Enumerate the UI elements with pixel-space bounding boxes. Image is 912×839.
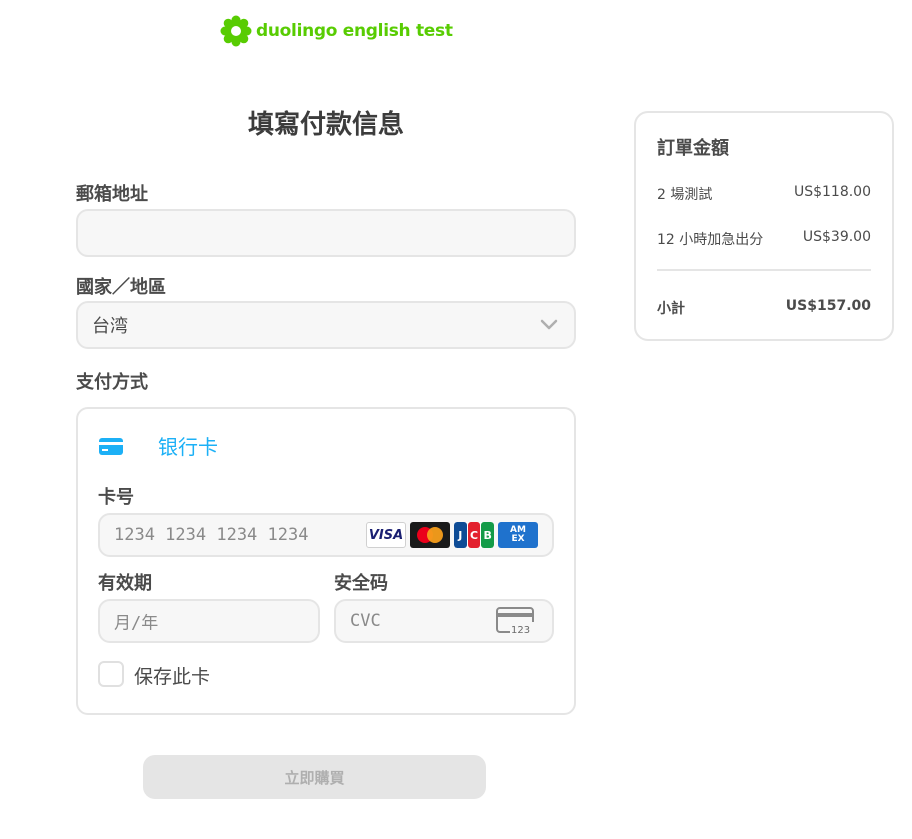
email-label: 郵箱地址 xyxy=(76,184,148,205)
country-label: 國家／地區 xyxy=(76,277,166,298)
card-number-placeholder: 1234 1234 1234 1234 xyxy=(114,525,309,545)
summary-item-label: 2 場測試 xyxy=(657,187,713,203)
summary-title: 訂單金額 xyxy=(657,138,729,159)
expiry-input[interactable]: 月/年 xyxy=(98,599,320,643)
card-number-label: 卡号 xyxy=(98,487,134,508)
summary-item: 12 小時加急出分 US$39.00 xyxy=(657,229,871,249)
jcb-icon: JCB xyxy=(454,522,494,548)
duolingo-logo: duolingo english test xyxy=(220,14,453,48)
cvc-card-icon: 123 xyxy=(496,607,536,635)
summary-divider xyxy=(657,269,871,271)
subtotal-amount: US$157.00 xyxy=(785,298,871,314)
credit-card-icon xyxy=(99,437,123,455)
email-input[interactable] xyxy=(76,209,576,257)
summary-item: 2 場測試 US$118.00 xyxy=(657,184,871,204)
summary-item-amount: US$39.00 xyxy=(802,229,871,245)
card-number-input[interactable]: 1234 1234 1234 1234 VISA JCB AM EX xyxy=(98,513,554,557)
cvc-icon-text: 123 xyxy=(511,625,530,635)
subtotal-label: 小計 xyxy=(657,301,685,317)
bank-card-option[interactable]: 银行卡 xyxy=(98,431,218,460)
payment-card-panel: 银行卡 卡号 1234 1234 1234 1234 VISA JCB AM EX… xyxy=(76,407,576,715)
logo-text: duolingo english test xyxy=(256,21,453,41)
order-summary-panel: 訂單金額 2 場測試 US$118.00 12 小時加急出分 US$39.00 … xyxy=(634,111,894,341)
expiry-placeholder: 月/年 xyxy=(114,613,159,634)
payment-method-label: 支付方式 xyxy=(76,372,148,393)
cvc-placeholder: CVC xyxy=(350,611,381,631)
expiry-label: 有效期 xyxy=(98,573,152,594)
summary-item-amount: US$118.00 xyxy=(793,184,871,200)
chevron-down-icon xyxy=(540,319,558,330)
bank-card-label: 银行卡 xyxy=(158,435,218,459)
visa-icon: VISA xyxy=(366,522,406,548)
save-card-checkbox[interactable] xyxy=(98,661,124,687)
cvc-input[interactable]: CVC 123 xyxy=(334,599,554,643)
card-brands: VISA JCB AM EX xyxy=(366,522,538,548)
country-selected-value: 台湾 xyxy=(92,316,128,337)
amex-icon: AM EX xyxy=(498,522,538,548)
summary-subtotal-row: 小計 US$157.00 xyxy=(657,298,871,318)
duolingo-logo-icon xyxy=(220,15,252,47)
summary-item-label: 12 小時加急出分 xyxy=(657,232,764,248)
page-title: 填寫付款信息 xyxy=(247,110,404,140)
cvc-label: 安全码 xyxy=(334,573,388,594)
save-card-label: 保存此卡 xyxy=(134,666,211,688)
country-select[interactable]: 台湾 xyxy=(76,301,576,349)
buy-now-button[interactable]: 立即購買 xyxy=(143,755,486,799)
mastercard-icon xyxy=(410,522,450,548)
